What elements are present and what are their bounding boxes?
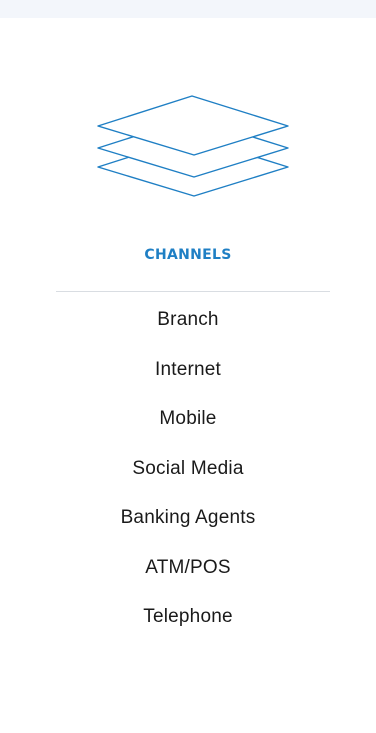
channel-item-telephone: Telephone bbox=[143, 606, 233, 627]
channel-item-banking-agents: Banking Agents bbox=[120, 507, 256, 528]
divider bbox=[56, 291, 330, 292]
channel-item-mobile: Mobile bbox=[159, 408, 217, 429]
channel-item-atm-pos: ATM/POS bbox=[145, 556, 231, 578]
channel-list: Branch Internet Mobile Social Media Bank… bbox=[0, 305, 376, 652]
channels-card: CHANNELS Branch Internet Mobile Social M… bbox=[0, 18, 376, 733]
channels-heading: CHANNELS bbox=[144, 247, 232, 263]
channel-item-social-media: Social Media bbox=[132, 457, 244, 479]
channel-item-internet: Internet bbox=[154, 358, 222, 380]
layers-icon bbox=[96, 81, 292, 201]
channel-item-branch: Branch bbox=[157, 309, 219, 330]
